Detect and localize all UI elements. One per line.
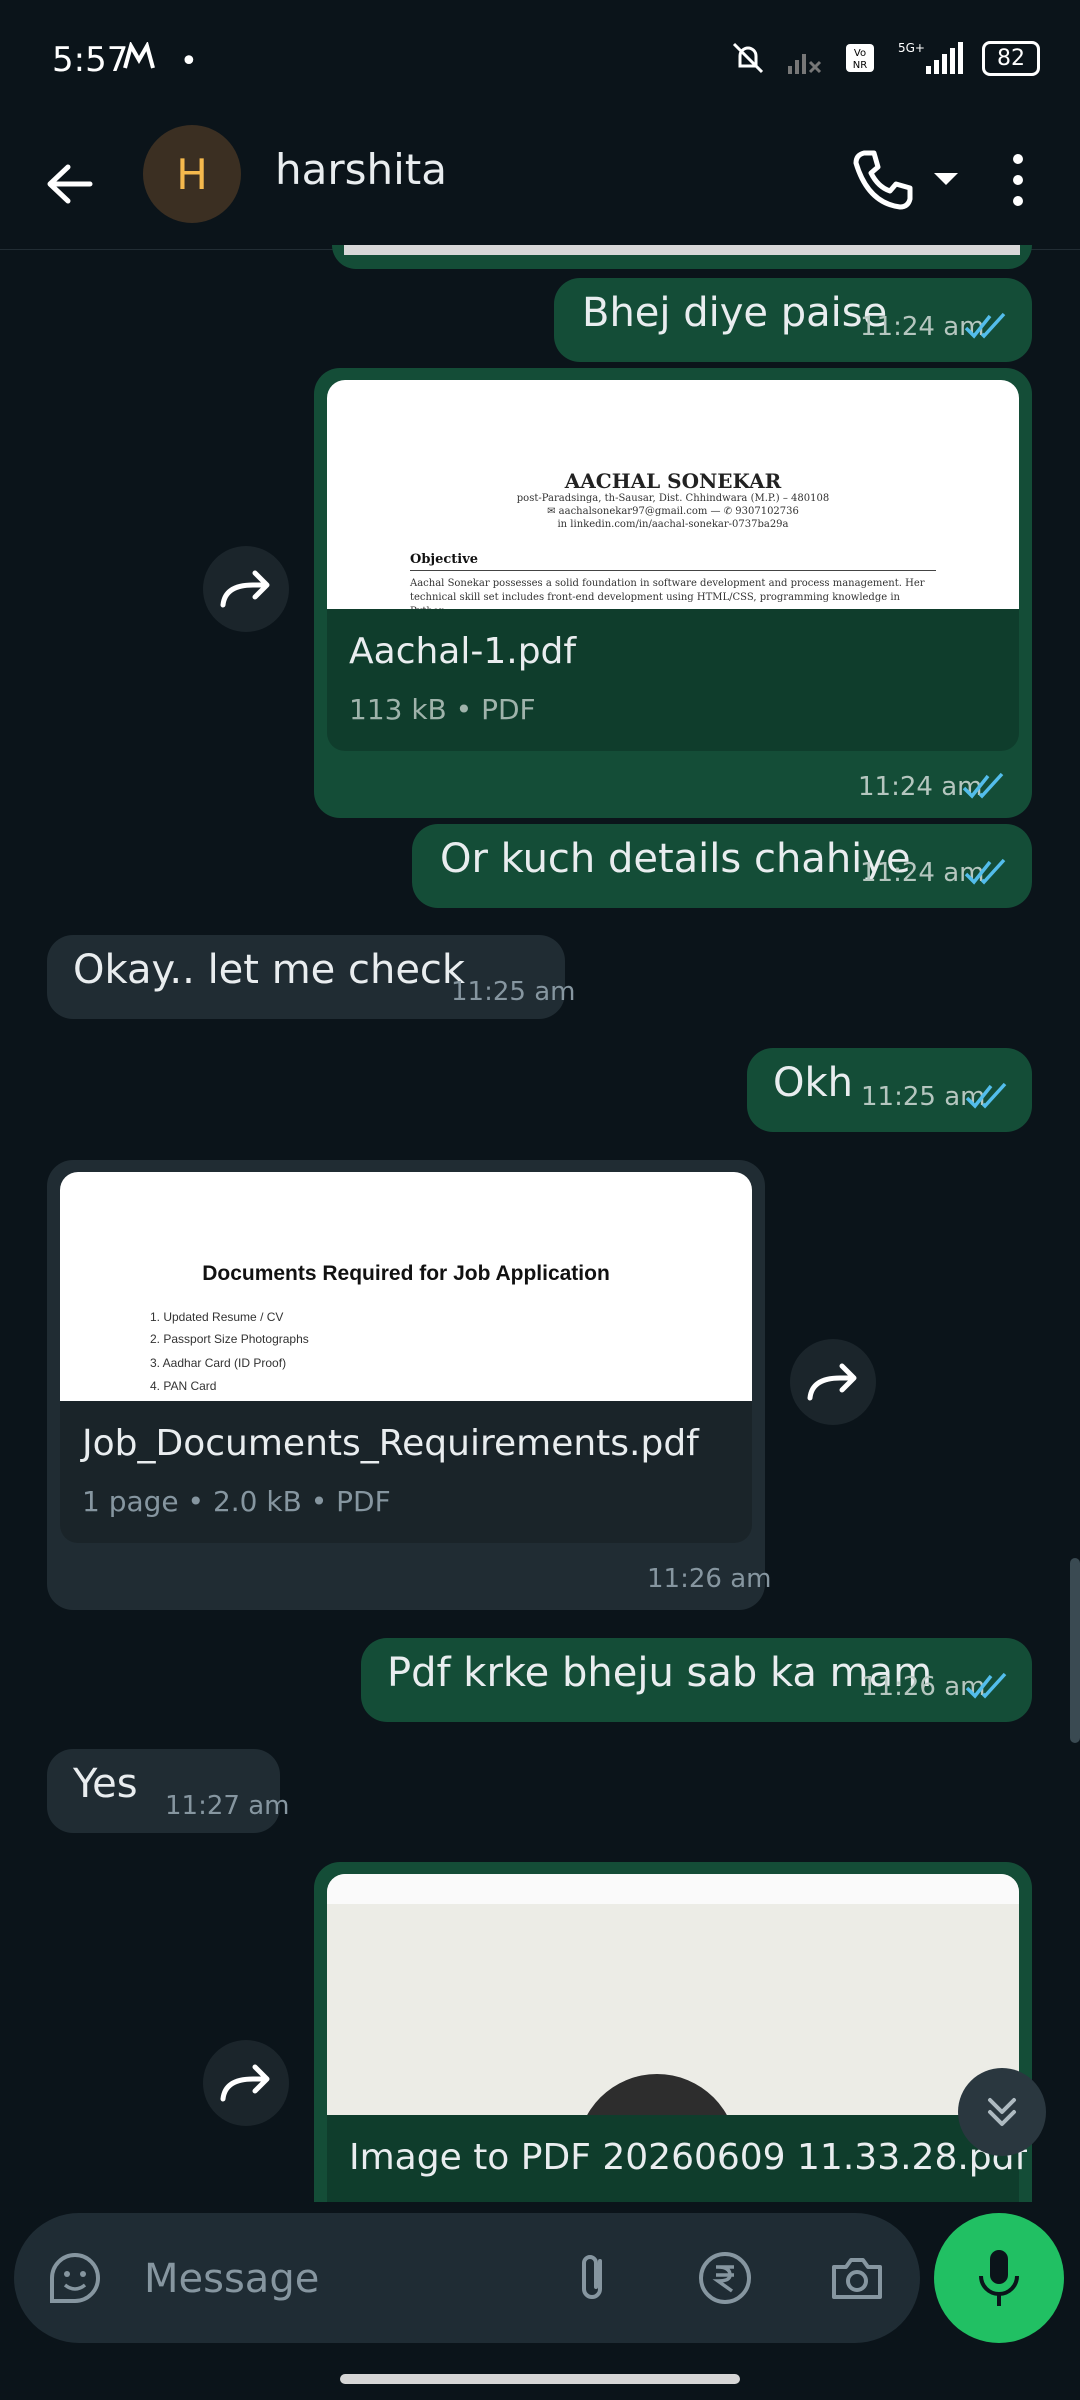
document-preview[interactable]: Documents Required for Job Application 1… — [60, 1172, 752, 1401]
file-meta: 1 page • 2.0 kB • PDF — [82, 1485, 391, 1518]
vonr-icon: VoNR — [846, 44, 874, 72]
job-doc-item: 1. Updated Resume / CV — [150, 1310, 284, 1324]
message-input[interactable] — [142, 2241, 546, 2317]
avatar-letter: H — [176, 149, 208, 199]
resume-section-heading: Objective — [410, 552, 479, 567]
home-indicator[interactable] — [340, 2374, 740, 2384]
read-receipt-icon — [965, 1082, 1007, 1109]
document-preview[interactable]: AACHAL SONEKAR post-Paradsinga, th-Sausa… — [327, 380, 1019, 609]
file-meta: 113 kB • PDF — [349, 693, 536, 726]
resume-address: post-Paradsinga, th-Sausar, Dist. Chhind… — [516, 493, 830, 504]
document-message-bubble[interactable]: Image to PDF 20260609 11.33.28.pdf — [314, 1862, 1032, 2202]
message-text: Yes — [73, 1761, 138, 1807]
message-bubble-outgoing[interactable]: Okh 11:25 am — [747, 1048, 1032, 1132]
more-options-icon[interactable] — [1000, 145, 1036, 215]
forward-arrow-icon — [220, 2064, 270, 2102]
read-receipt-icon — [964, 858, 1006, 885]
mute-bell-icon — [732, 42, 764, 74]
avatar[interactable]: H — [143, 125, 241, 223]
resume-name: AACHAL SONEKAR — [564, 469, 782, 493]
attach-paperclip-icon[interactable] — [562, 2247, 624, 2309]
double-chevron-down-icon — [988, 2098, 1016, 2126]
job-doc-item: 4. PAN Card — [150, 1379, 217, 1393]
microphone-icon — [979, 2250, 1019, 2306]
photo-top-band — [327, 1874, 1019, 1904]
job-doc-item: 2. Passport Size Photographs — [150, 1332, 309, 1346]
message-time: 11:25 am — [451, 977, 576, 1007]
read-receipt-icon — [965, 1672, 1007, 1699]
read-receipt-icon — [964, 312, 1006, 339]
status-bar: 5:57 • Vo NR 5G+ 82 — [0, 0, 1080, 125]
5g-signal-icon: 5G+ — [898, 41, 963, 74]
mic-button[interactable] — [934, 2213, 1064, 2343]
message-time: 11:27 am — [165, 1791, 290, 1821]
voice-call-icon[interactable] — [846, 145, 916, 215]
svg-text:Vo: Vo — [854, 48, 866, 59]
status-time: 5:57 — [52, 40, 129, 80]
message-text: Or kuch details chahiye — [440, 836, 911, 882]
notification-dot: • — [180, 44, 198, 79]
message-text: Okh — [773, 1060, 853, 1106]
call-dropdown-chevron-icon[interactable] — [928, 161, 964, 197]
message-text: Bhej diye paise — [582, 290, 888, 336]
document-info[interactable]: Job_Documents_Requirements.pdf 1 page • … — [60, 1401, 752, 1543]
payment-rupee-icon[interactable] — [694, 2247, 756, 2309]
back-arrow-icon[interactable] — [38, 151, 104, 217]
battery-indicator: 82 — [982, 40, 1040, 76]
resume-linkedin: in linkedin.com/in/aachal-sonekar-0737ba… — [557, 519, 789, 530]
document-preview[interactable] — [327, 1874, 1019, 2115]
document-info[interactable]: Image to PDF 20260609 11.33.28.pdf — [327, 2115, 1027, 2202]
job-doc-title: Documents Required for Job Application — [202, 1262, 610, 1285]
message-text: Okay.. let me check — [73, 947, 466, 993]
file-name: Image to PDF 20260609 11.33.28.pdf — [349, 2137, 1028, 2178]
scrollbar-thumb[interactable] — [1070, 1558, 1080, 1743]
contact-name[interactable]: harshita — [275, 145, 447, 194]
forward-arrow-icon — [220, 570, 270, 608]
photo-head-shape — [577, 2074, 737, 2115]
svg-text:5G+: 5G+ — [898, 41, 925, 55]
status-icons: Vo NR 5G+ 82 — [728, 38, 1040, 78]
document-message-bubble[interactable]: AACHAL SONEKAR post-Paradsinga, th-Sausa… — [314, 368, 1032, 818]
forward-arrow-icon — [807, 1363, 857, 1401]
sticker-icon[interactable] — [44, 2247, 106, 2309]
svg-text:NR: NR — [853, 60, 867, 71]
message-bubble-outgoing[interactable]: Bhej diye paise 11:24 am — [554, 278, 1032, 362]
forward-button[interactable] — [790, 1339, 876, 1425]
file-name: Job_Documents_Requirements.pdf — [82, 1423, 699, 1464]
resume-paragraph: Aachal Sonekar possesses a solid foundat… — [410, 578, 925, 609]
document-info[interactable]: Aachal-1.pdf 113 kB • PDF — [327, 609, 1019, 751]
job-doc-item: 3. Aadhar Card (ID Proof) — [150, 1356, 287, 1370]
message-bubble-outgoing[interactable]: Pdf krke bheju sab ka mam 11:26 am — [361, 1638, 1032, 1722]
message-bubble-outgoing[interactable]: Or kuch details chahiye 11:24 am — [412, 824, 1032, 908]
message-text: Pdf krke bheju sab ka mam — [387, 1650, 933, 1696]
chat-header: H harshita — [0, 125, 1080, 250]
forward-button[interactable] — [203, 2040, 289, 2126]
forward-button[interactable] — [203, 546, 289, 632]
resume-contact: ✉ aachalsonekar97@gmail.com — ✆ 93071027… — [547, 506, 799, 517]
message-bubble-incoming[interactable]: Okay.. let me check 11:25 am — [47, 935, 575, 1019]
resume-divider — [410, 570, 936, 571]
clipped-message-bubble — [332, 245, 1032, 269]
message-time: 11:26 am — [647, 1564, 772, 1594]
scroll-to-bottom-button[interactable] — [958, 2068, 1046, 2156]
camera-icon[interactable] — [826, 2247, 888, 2309]
message-bubble-incoming[interactable]: Yes 11:27 am — [47, 1749, 289, 1833]
carrier-m-icon — [123, 40, 155, 76]
message-composer — [14, 2213, 920, 2343]
file-name: Aachal-1.pdf — [349, 631, 577, 672]
read-receipt-icon — [962, 772, 1004, 799]
document-message-bubble[interactable]: Documents Required for Job Application 1… — [47, 1160, 771, 1610]
signal-off-icon — [788, 54, 822, 74]
